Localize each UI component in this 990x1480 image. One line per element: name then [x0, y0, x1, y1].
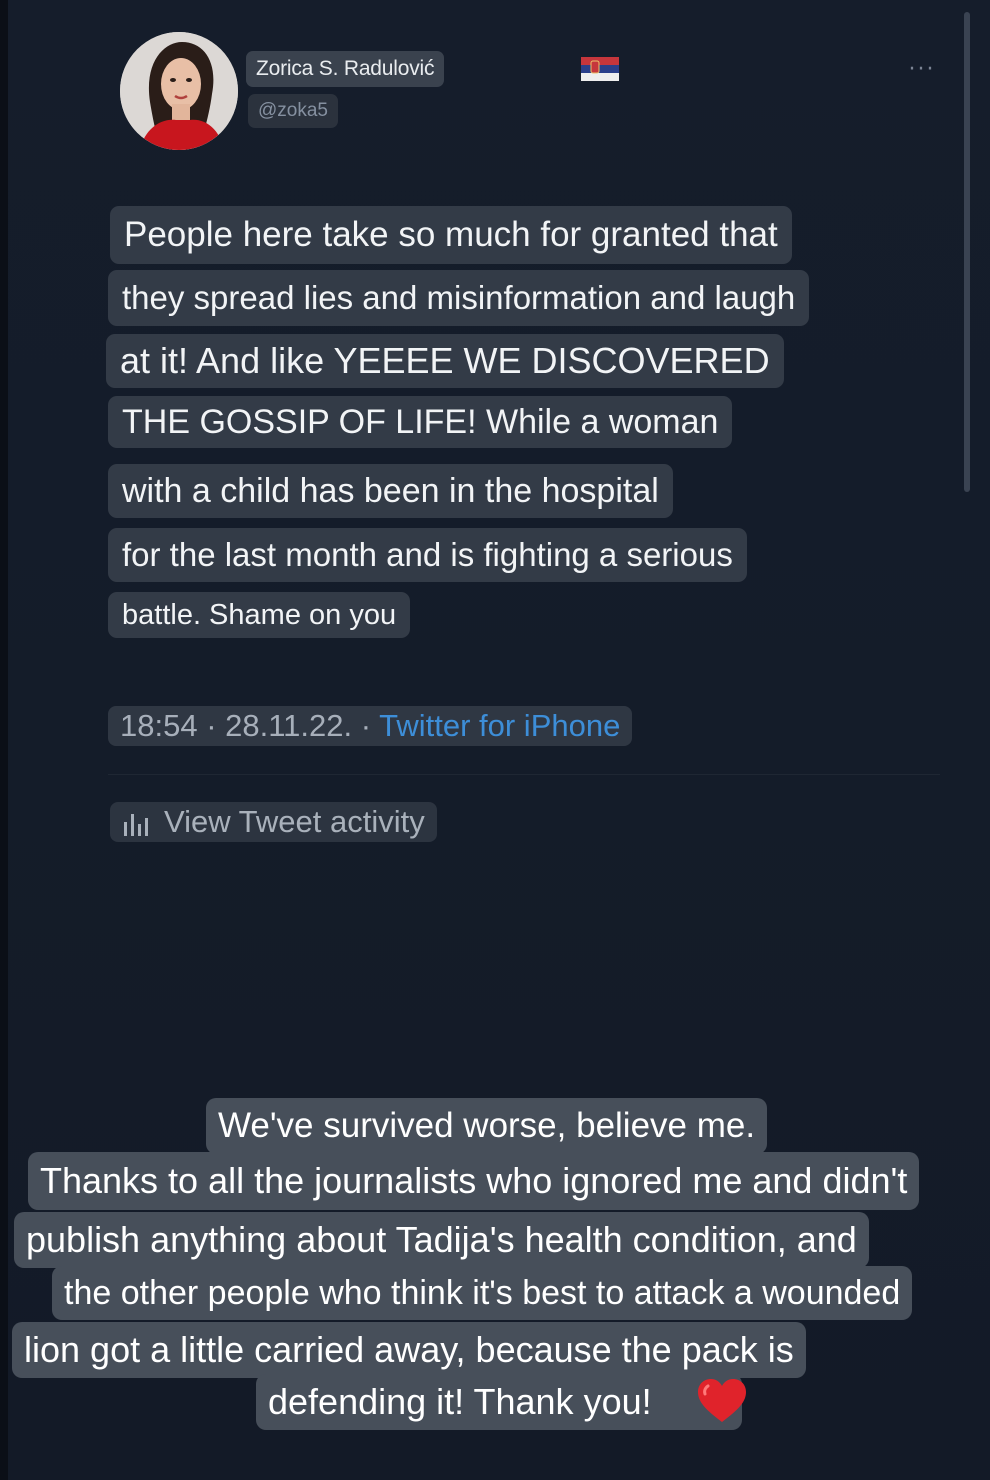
tweet-text-line: with a child has been in the hospital	[108, 464, 673, 518]
divider	[108, 774, 940, 775]
caption-line: publish anything about Tadija's health c…	[14, 1212, 869, 1268]
tweet-text-line: battle. Shame on you	[108, 592, 411, 638]
tweet-meta: 18:54 · 28.11.22. · Twitter for iPhone	[108, 706, 633, 746]
tweet-text-line: for the last month and is fighting a ser…	[108, 528, 747, 582]
view-tweet-activity-label: View Tweet activity	[164, 804, 425, 839]
bar-chart-icon	[122, 808, 152, 836]
handle[interactable]: @zoka5	[248, 94, 338, 128]
scrollbar[interactable]	[964, 12, 970, 492]
red-heart-icon	[696, 1378, 748, 1424]
tweet-timestamp[interactable]: 18:54 · 28.11.22. ·	[120, 708, 371, 743]
caption-line: We've survived worse, believe me.	[206, 1098, 768, 1154]
caption-line: lion got a little carried away, because …	[12, 1322, 806, 1378]
caption-line: the other people who think it's best to …	[52, 1266, 913, 1320]
caption-line: defending it! Thank you!	[256, 1374, 742, 1430]
more-options-icon[interactable]: ···	[902, 58, 942, 82]
tweet-text-line: THE GOSSIP OF LIFE! While a woman	[108, 396, 733, 448]
tweet-text-line: People here take so much for granted tha…	[110, 206, 792, 264]
display-name[interactable]: Zorica S. Radulović	[246, 51, 445, 87]
left-edge	[0, 0, 8, 1480]
serbia-flag-icon	[581, 57, 619, 81]
tweet-text-line: they spread lies and misinformation and …	[108, 270, 810, 326]
view-tweet-activity-button[interactable]: View Tweet activity	[110, 802, 437, 842]
tweet-source-link[interactable]: Twitter for iPhone	[379, 708, 620, 743]
caption-line: Thanks to all the journalists who ignore…	[28, 1152, 920, 1210]
avatar[interactable]	[120, 32, 238, 150]
tweet-text-line: at it! And like YEEEE WE DISCOVERED	[106, 334, 784, 388]
